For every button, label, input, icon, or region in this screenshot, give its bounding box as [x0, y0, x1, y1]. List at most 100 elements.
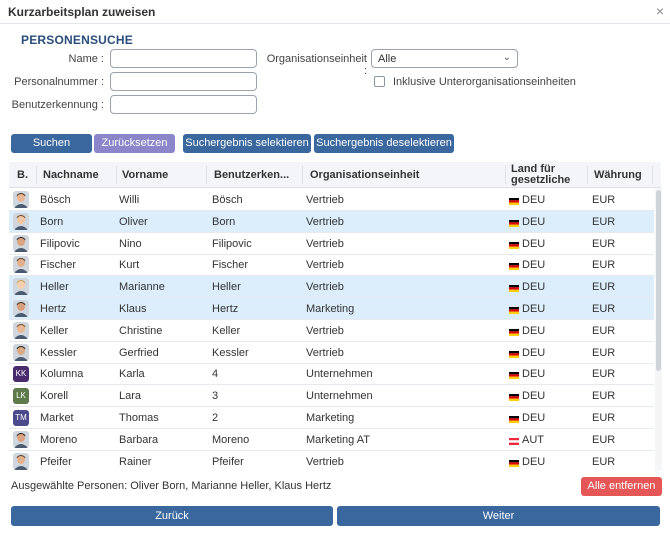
cell-org: Vertrieb: [306, 324, 344, 337]
cell-waehrung: EUR: [592, 368, 616, 381]
cell-land: DEU: [522, 390, 546, 403]
cell-nachname: Heller: [40, 281, 69, 294]
avatar: [13, 452, 29, 470]
table-scrollbar-thumb[interactable]: [656, 190, 661, 371]
avatar: [13, 278, 29, 296]
personalnummer-input[interactable]: [110, 72, 257, 91]
table-row[interactable]: KK Kolumna Karla 4 Unternehmen DEU EUR: [9, 363, 654, 386]
cell-land: DEU: [522, 455, 546, 468]
cell-waehrung: EUR: [592, 281, 616, 294]
table-row[interactable]: Keller Christine Keller Vertrieb DEU EUR: [9, 320, 654, 342]
deselect-result-button[interactable]: Suchergebnis deselektieren: [314, 134, 454, 153]
cell-waehrung: EUR: [592, 324, 616, 337]
cell-vorname: Christine: [119, 324, 163, 337]
org-label: Organisationseinheit :: [266, 53, 367, 77]
close-icon[interactable]: ×: [656, 3, 664, 19]
table-row[interactable]: Kessler Gerfried Kessler Vertrieb DEU EUR: [9, 342, 654, 364]
benutzerkennung-input[interactable]: [110, 95, 257, 114]
cell-nachname: Filipovic: [40, 237, 80, 250]
cell-waehrung: EUR: [592, 215, 616, 228]
cell-vorname: Kurt: [119, 259, 140, 272]
cell-org: Vertrieb: [306, 237, 344, 250]
table-row[interactable]: Heller Marianne Heller Vertrieb DEU EUR: [9, 276, 654, 299]
germany-flag-icon: [509, 414, 519, 423]
select-result-button[interactable]: Suchergebnis selektieren: [183, 134, 311, 153]
cell-vorname: Karla: [119, 368, 145, 381]
germany-flag-icon: [509, 218, 519, 227]
cell-vorname: Thomas: [119, 412, 159, 424]
name-input[interactable]: [110, 49, 257, 68]
cell-nachname: Bösch: [40, 194, 71, 206]
table-row[interactable]: Born Oliver Born Vertrieb DEU EUR: [9, 210, 654, 233]
cell-nachname: Korell: [40, 390, 69, 403]
cell-vorname: Nino: [119, 237, 142, 250]
cell-vorname: Barbara: [119, 433, 159, 446]
cell-land: DEU: [522, 215, 546, 228]
cell-benutzerkennung: 2: [212, 412, 219, 424]
cell-waehrung: EUR: [592, 412, 616, 424]
cell-org: Vertrieb: [306, 215, 344, 228]
germany-flag-icon: [509, 327, 519, 336]
cell-land: DEU: [522, 237, 546, 250]
cell-land: AUT: [522, 433, 544, 446]
cell-nachname: Hertz: [40, 303, 67, 315]
remove-all-button[interactable]: Alle entfernen: [581, 477, 662, 496]
col-header-land[interactable]: Land für gesetzliche: [511, 162, 586, 188]
cell-waehrung: EUR: [592, 455, 616, 468]
avatar: TM: [13, 410, 29, 426]
selected-persons-text: Ausgewählte Personen: Oliver Born, Maria…: [11, 480, 332, 492]
cell-benutzerkennung: Keller: [212, 324, 241, 337]
cell-benutzerkennung: 4: [212, 368, 219, 381]
cell-vorname: Lara: [119, 390, 142, 403]
search-button[interactable]: Suchen: [11, 134, 92, 153]
avatar: [13, 234, 29, 252]
table-row[interactable]: Fischer Kurt Fischer Vertrieb DEU EUR: [9, 254, 654, 277]
chevron-down-icon: ⌄: [502, 52, 511, 63]
personalnummer-label: Personalnummer :: [14, 76, 104, 88]
table-row[interactable]: Moreno Barbara Moreno Marketing AT AUT EUR: [9, 429, 654, 451]
back-button[interactable]: Zurück: [11, 506, 333, 526]
germany-flag-icon: [509, 196, 519, 205]
col-header-waehrung[interactable]: Währung: [594, 162, 654, 188]
benutzerkennung-label: Benutzerkennung :: [11, 99, 104, 111]
cell-org: Vertrieb: [306, 281, 344, 294]
avatar: [13, 300, 29, 317]
germany-flag-icon: [509, 305, 519, 314]
germany-flag-icon: [509, 349, 519, 358]
cell-org: Vertrieb: [306, 346, 344, 359]
reset-button[interactable]: Zurücksetzen: [94, 134, 175, 153]
cell-vorname: Marianne: [119, 281, 165, 294]
cell-waehrung: EUR: [592, 303, 616, 315]
cell-org: Vertrieb: [306, 455, 344, 468]
table-row[interactable]: Pfeifer Rainer Pfeifer Vertrieb DEU EUR: [9, 451, 654, 471]
col-header-b[interactable]: B.: [17, 162, 37, 188]
col-header-nachname[interactable]: Nachname: [43, 162, 113, 188]
cell-waehrung: EUR: [592, 194, 616, 206]
germany-flag-icon: [509, 370, 519, 380]
next-button[interactable]: Weiter: [337, 506, 660, 526]
cell-org: Vertrieb: [306, 194, 344, 206]
col-header-org[interactable]: Organisationseinheit: [310, 162, 500, 188]
include-sub-checkbox[interactable]: [374, 76, 385, 87]
cell-benutzerkennung: Heller: [212, 281, 241, 294]
cell-waehrung: EUR: [592, 237, 616, 250]
table-row[interactable]: LK Korell Lara 3 Unternehmen DEU EUR: [9, 385, 654, 408]
cell-benutzerkennung: Filipovic: [212, 237, 252, 250]
germany-flag-icon: [509, 240, 519, 249]
cell-nachname: Fischer: [40, 259, 77, 272]
cell-benutzerkennung: Pfeifer: [212, 455, 244, 468]
avatar: KK: [13, 366, 29, 383]
col-header-vorname[interactable]: Vorname: [122, 162, 202, 188]
table-row[interactable]: TM Market Thomas 2 Marketing DEU EUR: [9, 407, 654, 429]
cell-land: DEU: [522, 346, 546, 359]
table-row[interactable]: Hertz Klaus Hertz Marketing DEU EUR: [9, 298, 654, 320]
cell-land: DEU: [522, 412, 546, 424]
avatar: [13, 256, 29, 274]
table-row[interactable]: Filipovic Nino Filipovic Vertrieb DEU EUR: [9, 233, 654, 255]
col-header-benutzerkennung[interactable]: Benutzerken...: [214, 162, 299, 188]
org-select[interactable]: Alle ⌄: [371, 49, 518, 68]
cell-org: Marketing: [306, 412, 355, 424]
cell-vorname: Rainer: [119, 455, 152, 468]
cell-benutzerkennung: 3: [212, 390, 219, 403]
table-row[interactable]: Bösch Willi Bösch Vertrieb DEU EUR: [9, 189, 654, 211]
